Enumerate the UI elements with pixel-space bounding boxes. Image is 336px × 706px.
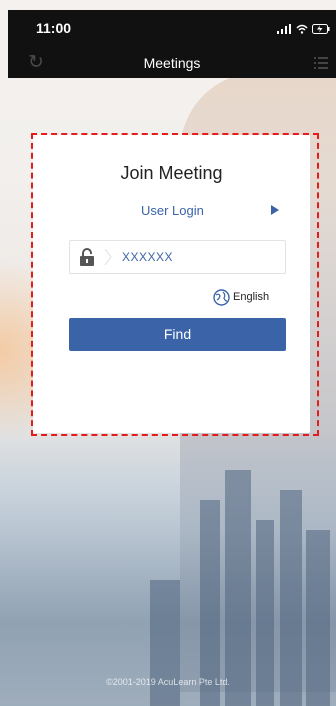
signal-icon — [277, 23, 292, 34]
page-title: Meetings — [143, 55, 201, 71]
app-screen: 11:00 ↻ Meetings Join Meeting User Login… — [0, 0, 336, 706]
status-time: 11:00 — [36, 20, 72, 36]
status-bar: 11:00 — [8, 10, 336, 50]
status-icons — [277, 21, 330, 35]
background-city-image — [0, 430, 336, 706]
menu-icon[interactable] — [314, 56, 328, 70]
copyright-text: ©2001-2019 AcuLearn Pte Ltd. — [106, 677, 230, 687]
wifi-icon — [296, 24, 308, 34]
battery-icon — [312, 23, 330, 34]
highlight-box — [31, 133, 319, 436]
nav-bar: ↻ Meetings — [8, 50, 336, 78]
